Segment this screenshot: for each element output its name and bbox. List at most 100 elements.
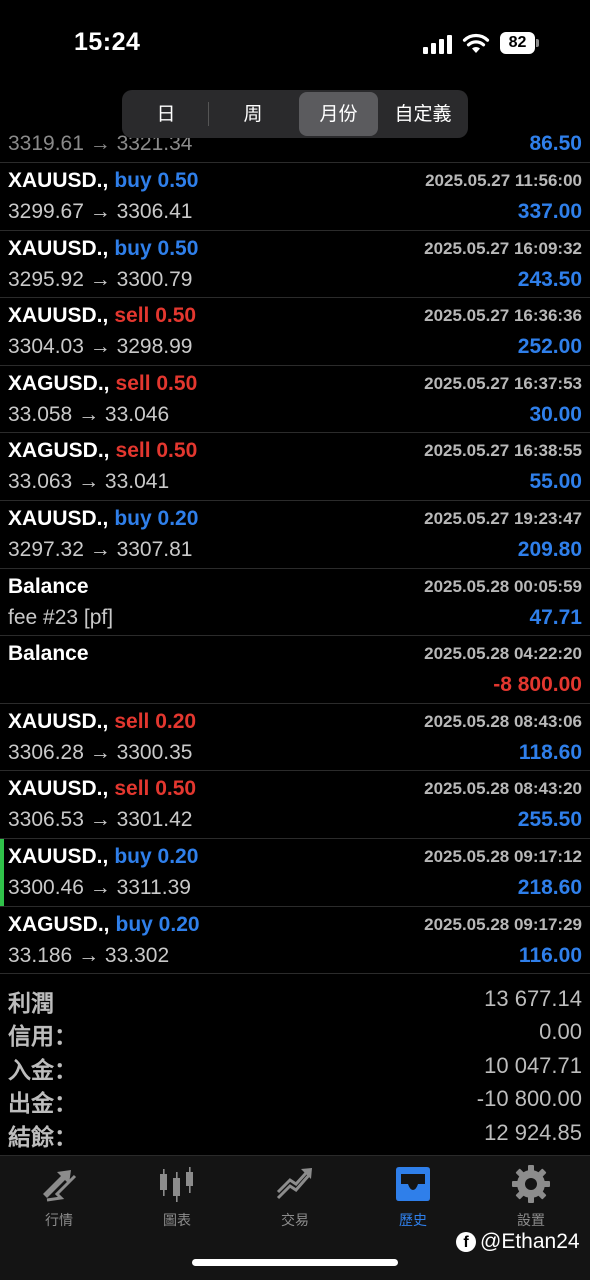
profit-amount: 243.50: [517, 267, 582, 291]
tab-label: 設置: [517, 1213, 545, 1229]
settings-icon: [512, 1165, 550, 1203]
trade-side: sell 0.50: [114, 777, 197, 801]
tab-history[interactable]: 歷史: [354, 1164, 472, 1234]
symbol-label: XAGUSD., buy 0.20: [8, 913, 200, 937]
profit-amount: 209.80: [517, 537, 582, 561]
symbol-label: XAUUSD., buy 0.20: [8, 507, 198, 531]
segment-week[interactable]: 周: [210, 92, 296, 136]
status-time: 15:24: [74, 28, 141, 56]
symbol-name: XAGUSD.,: [8, 439, 110, 463]
trade-date: 2025.05.28 08:43:06: [424, 711, 582, 731]
profit-amount: 30.00: [529, 402, 582, 426]
profit-amount: 55.00: [529, 470, 582, 494]
price-range: 3306.53 → 3301.42: [8, 808, 193, 832]
price-range: fee #23 [pf]: [8, 605, 114, 629]
list-item[interactable]: XAUUSD., buy 0.20 2025.05.28 09:17:12 3300.…: [0, 838, 590, 907]
price-range: 33.063 → 33.041: [8, 470, 170, 494]
list-item[interactable]: XAUUSD., buy 0.50 2025.05.27 11:56:00 3299.…: [0, 163, 590, 231]
summary-label: 信用：: [8, 1024, 77, 1051]
price-range: 33.186 → 33.302: [8, 943, 170, 967]
summary-value: 13 677.14: [484, 986, 582, 1011]
price-range: 3297.32 → 3307.81: [8, 537, 193, 561]
trade-side: buy 0.20: [114, 506, 199, 530]
list-item[interactable]: XAGUSD., buy 0.20 2025.05.28 09:17:29 33.18…: [0, 907, 590, 975]
segment-month[interactable]: 月份: [299, 92, 378, 136]
summary-label: 入金：: [8, 1057, 77, 1084]
profit-amount: 118.60: [518, 740, 582, 764]
chart-icon: [160, 1167, 193, 1202]
profit-amount: -8 800.00: [493, 673, 582, 697]
list-item[interactable]: XAGUSD., sell 0.50 2025.05.27 16:38:55 33.0…: [0, 433, 590, 501]
quotes-icon: [43, 1170, 77, 1202]
symbol-name: XAUUSD.,: [8, 304, 109, 328]
trade-side: buy 0.50: [114, 169, 199, 192]
trade-date: 2025.05.28 04:22:20: [424, 644, 582, 664]
summary-deposit: 入金： 10 047.71: [0, 1051, 590, 1084]
trade-date: 2025.05.27 16:38:55: [424, 441, 582, 461]
list-item[interactable]: XAUUSD., sell 0.50 2025.05.27 16:36:36 3304…: [0, 298, 590, 366]
tab-trade[interactable]: 交易: [236, 1164, 354, 1234]
symbol-name: XAGUSD.,: [8, 912, 110, 936]
price-range: 3300.46 → 3311.39: [8, 875, 191, 899]
list-item[interactable]: XAUUSD., buy 0.50 2025.05.27 16:09:32 3295.…: [0, 231, 590, 299]
trade-date: 2025.05.28 00:05:59: [424, 576, 582, 596]
list-item[interactable]: XAUUSD., sell 0.20 2025.05.28 08:43:06 3306…: [0, 704, 590, 772]
list-item[interactable]: XAUUSD., buy 0.20 2025.05.27 19:23:47 3297.…: [0, 501, 590, 569]
tab-chart[interactable]: 圖表: [118, 1164, 236, 1234]
watermark: f @Ethan24: [456, 1228, 580, 1256]
list-item[interactable]: XAGUSD., sell 0.50 2025.05.27 16:37:53 33.0…: [0, 366, 590, 434]
trade-side: buy 0.20: [115, 912, 200, 936]
tab-quotes[interactable]: 行情: [0, 1164, 118, 1234]
trade-date: 2025.05.28 09:17:29: [424, 914, 582, 934]
trade-side: sell 0.50: [114, 304, 197, 328]
summary-value: 12 924.85: [484, 1119, 582, 1145]
tab-label: 歷史: [399, 1213, 427, 1229]
profit-amount: 252.00: [517, 335, 582, 359]
tab-settings[interactable]: 設置: [472, 1164, 590, 1234]
price-range: 3306.28 → 3300.35: [8, 740, 193, 764]
list-item[interactable]: XAUUSD., sell 0.50 2025.05.28 08:43:20 3306…: [0, 771, 590, 839]
signal-icon: [423, 34, 453, 54]
home-indicator[interactable]: [192, 1259, 398, 1266]
trade-date: 2025.05.27 16:09:32: [424, 238, 582, 258]
tab-label: 交易: [281, 1213, 309, 1229]
tab-label: 行情: [45, 1213, 73, 1229]
battery-icon: 82: [500, 32, 540, 54]
watermark-text: @Ethan24: [480, 1230, 580, 1253]
segment-custom[interactable]: 自定義: [380, 92, 466, 136]
summary-balance: 結餘： 12 924.85: [0, 1118, 590, 1151]
summary-label: 利潤: [8, 991, 54, 1017]
trade-side: sell 0.20: [114, 709, 197, 733]
symbol-name: XAUUSD.,: [8, 506, 109, 530]
facebook-icon: f: [456, 1232, 476, 1252]
history-icon: [396, 1167, 430, 1201]
history-list[interactable]: 3319.61 → 3321.34 86.50 XAUUSD., buy 0.50…: [0, 130, 590, 975]
profit-amount: 47.71: [529, 605, 582, 629]
wifi-icon: [462, 31, 490, 55]
battery-level: 82: [500, 32, 535, 54]
price-range: 33.058 → 33.046: [8, 402, 170, 426]
symbol-label: XAUUSD., sell 0.20: [8, 710, 196, 734]
trade-date: 2025.05.28 09:17:12: [424, 846, 582, 866]
trade-side: sell 0.50: [115, 439, 198, 463]
summary-withdrawal: 出金： -10 800.00: [0, 1084, 590, 1117]
symbol-name: XAUUSD.,: [8, 169, 109, 192]
symbol-label: Balance: [8, 642, 89, 666]
tab-label: 圖表: [163, 1213, 191, 1229]
symbol-name: XAUUSD.,: [8, 709, 109, 733]
profit-amount: 337.00: [517, 200, 582, 223]
trade-icon: [276, 1168, 312, 1200]
symbol-label: Balance: [8, 575, 89, 599]
list-item[interactable]: Balance 2025.05.28 04:22:20 -8 800.00: [0, 636, 590, 704]
symbol-name: XAUUSD.,: [8, 777, 109, 801]
price-range: 3299.67 → 3306.41: [8, 200, 193, 223]
trade-side: sell 0.50: [115, 371, 198, 395]
list-item[interactable]: Balance 2025.05.28 00:05:59 fee #23 [pf] 47…: [0, 569, 590, 637]
symbol-name: XAUUSD.,: [8, 844, 109, 868]
segment-day[interactable]: 日: [124, 92, 208, 136]
symbol-label: XAGUSD., sell 0.50: [8, 439, 197, 463]
profit-amount: 255.50: [517, 808, 582, 832]
profit-amount: 86.50: [529, 132, 582, 155]
price-range: 3304.03 → 3298.99: [8, 335, 193, 359]
summary-panel: 利潤 13 677.14 信用： 0.00 入金： 10 047.71 出金： …: [0, 984, 590, 1151]
